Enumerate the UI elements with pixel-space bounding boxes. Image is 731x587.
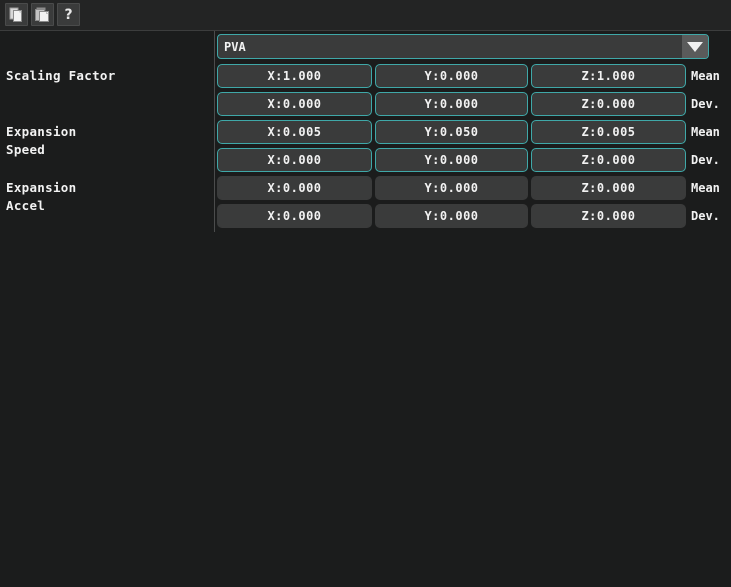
field-x[interactable]: X:0.000 — [217, 92, 372, 116]
field-z[interactable]: Z:0.000 — [531, 92, 686, 116]
table-row: X:0.000 Y:0.000 Z:0.000 Dev. — [215, 148, 731, 172]
field-z[interactable]: Z:1.000 — [531, 64, 686, 88]
table-row: X:1.000 Y:0.000 Z:1.000 Mean — [215, 64, 731, 88]
field-x[interactable]: X:1.000 — [217, 64, 372, 88]
stat-label: Mean — [691, 69, 720, 83]
field-y[interactable]: Y:0.000 — [375, 204, 528, 228]
field-x[interactable]: X:0.000 — [217, 176, 372, 200]
stat-label: Dev. — [691, 153, 720, 167]
field-y[interactable]: Y:0.000 — [375, 176, 528, 200]
properties-panel: Scaling Factor Expansion Speed Expansion… — [0, 31, 731, 587]
group-label-expansion-accel: Expansion Accel — [6, 180, 77, 213]
help-button[interactable]: ? — [57, 3, 80, 26]
field-x[interactable]: X:0.000 — [217, 204, 372, 228]
paste-button[interactable] — [31, 3, 54, 26]
field-z[interactable]: Z:0.000 — [531, 148, 686, 172]
table-row: X:0.000 Y:0.000 Z:0.000 Dev. — [215, 204, 731, 228]
stat-label: Mean — [691, 125, 720, 139]
paste-icon — [35, 7, 50, 22]
help-icon: ? — [64, 6, 73, 23]
field-y[interactable]: Y:0.050 — [375, 120, 528, 144]
stat-label: Dev. — [691, 209, 720, 223]
field-z[interactable]: Z:0.000 — [531, 176, 686, 200]
group-label-scaling-factor: Scaling Factor — [6, 68, 116, 83]
field-z[interactable]: Z:0.005 — [531, 120, 686, 144]
chevron-down-icon[interactable] — [682, 35, 708, 58]
stat-label: Dev. — [691, 97, 720, 111]
table-row: X:0.000 Y:0.000 Z:0.000 Mean — [215, 176, 731, 200]
preset-dropdown-value: PVA — [224, 39, 246, 54]
copy-button[interactable] — [5, 3, 28, 26]
field-x[interactable]: X:0.000 — [217, 148, 372, 172]
table-row: X:0.005 Y:0.050 Z:0.005 Mean — [215, 120, 731, 144]
field-x[interactable]: X:0.005 — [217, 120, 372, 144]
field-y[interactable]: Y:0.000 — [375, 64, 528, 88]
table-row: X:0.000 Y:0.000 Z:0.000 Dev. — [215, 92, 731, 116]
group-label-expansion-speed: Expansion Speed — [6, 124, 77, 157]
field-y[interactable]: Y:0.000 — [375, 92, 528, 116]
stat-label: Mean — [691, 181, 720, 195]
field-z[interactable]: Z:0.000 — [531, 204, 686, 228]
copy-icon — [9, 7, 24, 22]
toolbar: ? — [0, 0, 731, 30]
field-y[interactable]: Y:0.000 — [375, 148, 528, 172]
preset-dropdown[interactable]: PVA — [217, 34, 709, 59]
